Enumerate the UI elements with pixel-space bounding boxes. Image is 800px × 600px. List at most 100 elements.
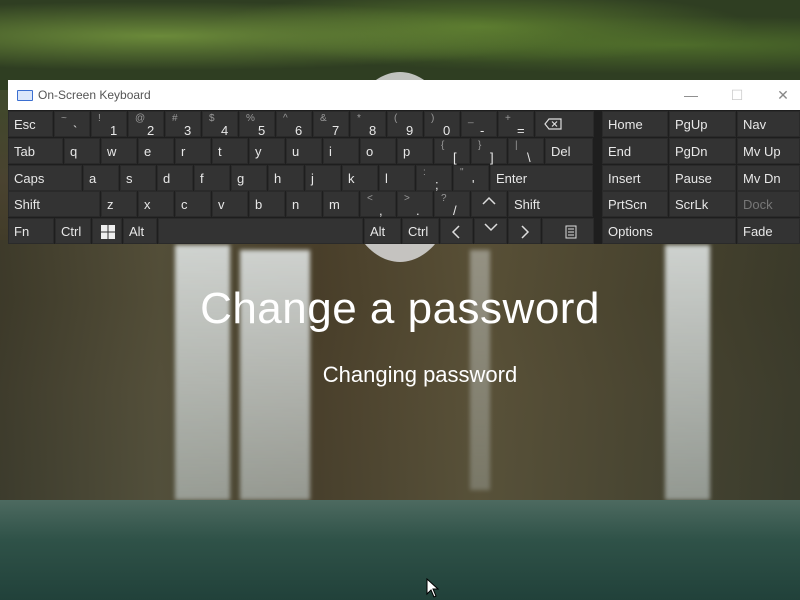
key-shift-label: ( (394, 113, 398, 124)
key-0[interactable]: ) 0 (424, 111, 460, 138)
key-label: w (107, 144, 117, 159)
key-fade[interactable]: Fade (737, 218, 800, 244)
key-label: l (385, 171, 388, 186)
key-left-arrow[interactable] (440, 218, 473, 244)
key-9[interactable]: (9 (387, 111, 423, 138)
key-label: d (163, 171, 171, 186)
key-o[interactable]: o (360, 138, 396, 164)
osk-titlebar[interactable]: On-Screen Keyboard — ☐ ✕ (8, 80, 800, 110)
key-fn[interactable]: Fn (8, 218, 54, 244)
key-shift-right[interactable]: Shift (508, 191, 593, 217)
key-tab[interactable]: Tab (8, 138, 63, 164)
key-pause[interactable]: Pause (669, 165, 736, 191)
options-button[interactable]: Options (602, 218, 736, 244)
key-7[interactable]: & 7 (313, 111, 349, 138)
key-shift[interactable]: Shift (8, 191, 100, 217)
key-8[interactable]: * 8 (350, 111, 386, 138)
key-p[interactable]: p (397, 138, 433, 164)
key-1[interactable]: ! 1 (91, 111, 127, 138)
key-caps[interactable]: Caps (8, 165, 82, 191)
key-sym[interactable]: | \ (508, 138, 544, 165)
minimize-button[interactable]: — (668, 80, 714, 110)
key-e[interactable]: e (138, 138, 174, 164)
key-right-arrow[interactable] (508, 218, 541, 244)
key-pgup[interactable]: PgUp (669, 111, 736, 137)
key-m[interactable]: m (323, 191, 359, 217)
key-shift-label: $ (209, 113, 215, 124)
key-up-arrow[interactable] (471, 191, 507, 217)
key-v[interactable]: v (212, 191, 248, 217)
key-s[interactable]: s (120, 165, 156, 191)
key-sym[interactable]: >. (397, 191, 433, 218)
key-sym[interactable]: <, (360, 191, 396, 218)
key-h[interactable]: h (268, 165, 304, 191)
key-y[interactable]: y (249, 138, 285, 164)
key-4[interactable]: $4 (202, 111, 238, 138)
key-6[interactable]: ^ 6 (276, 111, 312, 138)
key-t[interactable]: t (212, 138, 248, 164)
key-l[interactable]: l (379, 165, 415, 191)
key-g[interactable]: g (231, 165, 267, 191)
key-sym[interactable]: {[ (434, 138, 470, 165)
key-sym[interactable]: }] (471, 138, 507, 165)
key-label: Insert (608, 171, 641, 186)
key-nav[interactable]: Nav (737, 111, 800, 137)
key-b[interactable]: b (249, 191, 285, 217)
key-a[interactable]: a (83, 165, 119, 191)
key-backspace[interactable] (535, 111, 594, 137)
key-mv-down[interactable]: Mv Dn (737, 165, 800, 191)
key-i[interactable]: i (323, 138, 359, 164)
key-enter[interactable]: Enter (490, 165, 593, 191)
key-ctrl[interactable]: Ctrl (55, 218, 91, 244)
key-z[interactable]: z (101, 191, 137, 217)
key-label: a (89, 171, 97, 186)
key-shift-label: ! (98, 113, 101, 124)
key-ctrl-right[interactable]: Ctrl (402, 218, 439, 244)
key-r[interactable]: r (175, 138, 211, 164)
key-sym[interactable]: + = (498, 111, 534, 138)
key-j[interactable]: j (305, 165, 341, 191)
key-end[interactable]: End (602, 138, 668, 164)
key-sym[interactable]: ~ ` (54, 111, 90, 138)
key-2[interactable]: @2 (128, 111, 164, 138)
key-alt-right[interactable]: Alt (364, 218, 401, 244)
key-menu[interactable] (542, 218, 594, 244)
key-home[interactable]: Home (602, 111, 668, 137)
key-d[interactable]: d (157, 165, 193, 191)
key-3[interactable]: #3 (165, 111, 201, 138)
key-shift-label: } (478, 140, 482, 151)
key-label: 7 (332, 123, 340, 138)
key-shift-label: ~ (61, 113, 67, 124)
key-f[interactable]: f (194, 165, 230, 191)
key-esc[interactable]: Esc (8, 111, 53, 137)
key-pgdn[interactable]: PgDn (669, 138, 736, 164)
key-u[interactable]: u (286, 138, 322, 164)
maximize-button[interactable]: ☐ (714, 80, 760, 110)
key-c[interactable]: c (175, 191, 211, 217)
key-dock[interactable]: Dock (737, 191, 800, 217)
key-sym[interactable]: ? / (434, 191, 470, 218)
key-5[interactable]: % 5 (239, 111, 275, 138)
key-space[interactable] (158, 218, 363, 244)
key-sym[interactable]: _ - (461, 111, 497, 138)
key-n[interactable]: n (286, 191, 322, 217)
key-k[interactable]: k (342, 165, 378, 191)
key-w[interactable]: w (101, 138, 137, 164)
key-mv-up[interactable]: Mv Up (737, 138, 800, 164)
key-label: Shift (514, 197, 541, 212)
key-windows[interactable] (92, 218, 122, 244)
key-alt[interactable]: Alt (123, 218, 157, 244)
key-x[interactable]: x (138, 191, 174, 217)
key-insert[interactable]: Insert (602, 165, 668, 191)
close-button[interactable]: ✕ (760, 80, 800, 110)
key-label: ScrLk (675, 197, 709, 212)
key-down-arrow[interactable] (474, 218, 507, 244)
key-label: Caps (14, 171, 45, 186)
key-sym[interactable]: " ' (453, 165, 489, 192)
key-q[interactable]: q (64, 138, 100, 164)
key-del[interactable]: Del (545, 138, 593, 164)
key-prtscn[interactable]: PrtScn (602, 191, 668, 217)
lake-water (0, 500, 800, 600)
key-sym[interactable]: :; (416, 165, 452, 192)
key-scrlk[interactable]: ScrLk (669, 191, 736, 217)
